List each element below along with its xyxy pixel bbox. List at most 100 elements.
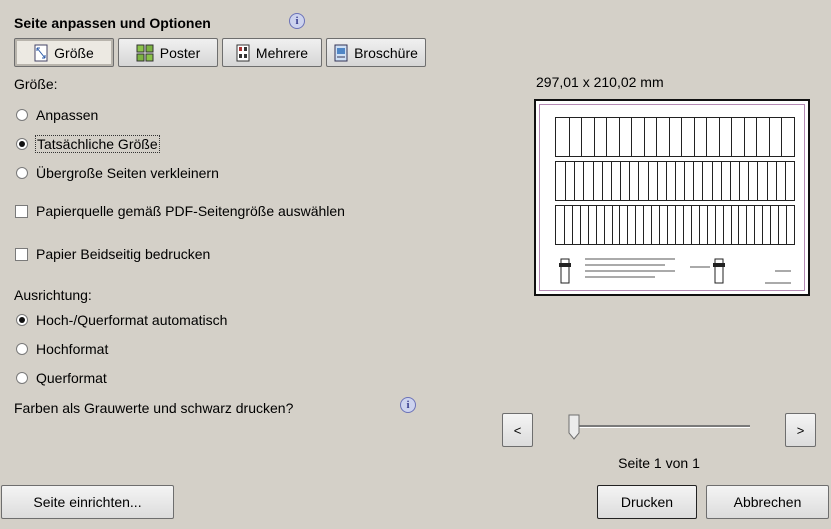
radio-portrait[interactable]: Hochformat [16, 341, 108, 357]
radio-actual-size-indicator[interactable] [16, 138, 28, 150]
preview-strip-column [694, 118, 695, 156]
page-slider[interactable] [566, 412, 756, 442]
radio-landscape-label: Querformat [36, 370, 107, 386]
radio-fit[interactable]: Anpassen [16, 107, 98, 123]
preview-strip-column [702, 162, 703, 200]
brochure-icon [334, 44, 348, 61]
info-icon[interactable]: i [289, 13, 305, 29]
preview-strip-column [683, 206, 684, 244]
preview-strip-column [564, 206, 565, 244]
preview-strip-column [730, 162, 731, 200]
preview-strip-column [691, 206, 692, 244]
tab-multiple[interactable]: Mehrere [222, 38, 322, 67]
preview-strip-column [744, 118, 745, 156]
preview-strip-2 [555, 161, 795, 201]
preview-strip-column [635, 206, 636, 244]
tab-poster[interactable]: Poster [118, 38, 218, 67]
preview-strip-column [644, 118, 645, 156]
preview-strip-column [667, 206, 668, 244]
preview-strip-column [659, 206, 660, 244]
size-group-label: Größe: [14, 76, 58, 92]
tab-size[interactable]: Größe [14, 38, 114, 67]
tab-multiple-label: Mehrere [255, 44, 309, 61]
checkbox-paper-source[interactable]: Papierquelle gemäß PDF-Seitengröße auswä… [15, 203, 345, 219]
preview-strip-column [580, 206, 581, 244]
preview-strip-column [769, 118, 770, 156]
tab-brochure-label: Broschüre [354, 44, 418, 61]
page-slider-thumb[interactable] [568, 414, 580, 440]
preview-strip-column [756, 118, 757, 156]
poster-icon [136, 44, 154, 61]
preview-strip-column [648, 162, 649, 200]
page-dimensions: 297,01 x 210,02 mm [536, 74, 664, 90]
preview-strip-column [739, 162, 740, 200]
cancel-button[interactable]: Abbrechen [706, 485, 829, 519]
preview-strip-column [675, 206, 676, 244]
radio-landscape[interactable]: Querformat [16, 370, 107, 386]
checkbox-paper-source-box[interactable] [15, 204, 28, 218]
size-icon [34, 44, 48, 61]
checkbox-paper-source-label: Papierquelle gemäß PDF-Seitengröße auswä… [36, 203, 345, 219]
multiple-icon [236, 44, 250, 61]
radio-portrait-indicator[interactable] [16, 343, 28, 355]
tab-brochure[interactable]: Broschüre [326, 38, 426, 67]
preview-strip-column [574, 162, 575, 200]
preview-strip-column [594, 118, 595, 156]
preview-strip-column [638, 162, 639, 200]
tab-size-label: Größe [54, 44, 94, 61]
page-preview [534, 99, 810, 296]
dialog-section-title: Seite anpassen und Optionen [14, 15, 211, 31]
preview-strip-1 [555, 117, 795, 157]
preview-strip-column [731, 118, 732, 156]
preview-strip-column [643, 206, 644, 244]
preview-strip-column [656, 118, 657, 156]
preview-strip-column [593, 162, 594, 200]
preview-strip-column [619, 206, 620, 244]
page-status: Seite 1 von 1 [618, 455, 700, 471]
page-setup-button[interactable]: Seite einrichten... [1, 485, 174, 519]
preview-strip-column [748, 162, 749, 200]
preview-strip-column [583, 162, 584, 200]
page-slider-track [578, 425, 750, 428]
next-page-button[interactable]: > [785, 413, 816, 447]
preview-strip-column [707, 206, 708, 244]
preview-strip-column [706, 118, 707, 156]
radio-portrait-label: Hochformat [36, 341, 109, 357]
preview-strip-column [684, 162, 685, 200]
preview-strip-column [620, 162, 621, 200]
radio-actual-size-label: Tatsächliche Größe [35, 135, 160, 153]
grayscale-info-icon[interactable]: i [400, 397, 416, 413]
preview-strip-column [631, 118, 632, 156]
preview-strip-column [619, 118, 620, 156]
preview-strip-column [657, 162, 658, 200]
preview-strip-column [666, 162, 667, 200]
radio-shrink-oversized-indicator[interactable] [16, 167, 28, 179]
print-button[interactable]: Drucken [597, 485, 697, 519]
preview-strip-column [770, 206, 771, 244]
radio-shrink-oversized-label: Übergroße Seiten verkleinern [36, 165, 219, 181]
orientation-group-label: Ausrichtung: [14, 287, 92, 303]
page-preview-paper [539, 104, 805, 291]
checkbox-duplex-label: Papier Beidseitig bedrucken [36, 246, 211, 262]
radio-actual-size[interactable]: Tatsächliche Größe [16, 135, 160, 153]
radio-fit-label: Anpassen [36, 107, 99, 123]
preview-strip-column [569, 118, 570, 156]
radio-shrink-oversized[interactable]: Übergroße Seiten verkleinern [16, 165, 219, 181]
checkbox-duplex-box[interactable] [15, 247, 28, 261]
radio-landscape-indicator[interactable] [16, 372, 28, 384]
preview-strip-column [602, 162, 603, 200]
radio-auto-orientation[interactable]: Hoch-/Querformat automatisch [16, 312, 227, 328]
radio-auto-orientation-indicator[interactable] [16, 314, 28, 326]
preview-strip-column [786, 206, 787, 244]
checkbox-duplex[interactable]: Papier Beidseitig bedrucken [15, 246, 210, 262]
radio-fit-indicator[interactable] [16, 109, 28, 121]
previous-page-button[interactable]: < [502, 413, 533, 447]
preview-strip-column [746, 206, 747, 244]
preview-strip-column [731, 206, 732, 244]
grayscale-label: Farben als Grauwerte und schwarz drucken… [14, 400, 294, 416]
preview-strip-column [776, 162, 777, 200]
preview-strip-column [712, 162, 713, 200]
preview-strip-column [781, 118, 782, 156]
preview-strip-column [699, 206, 700, 244]
preview-strip-column [572, 206, 573, 244]
